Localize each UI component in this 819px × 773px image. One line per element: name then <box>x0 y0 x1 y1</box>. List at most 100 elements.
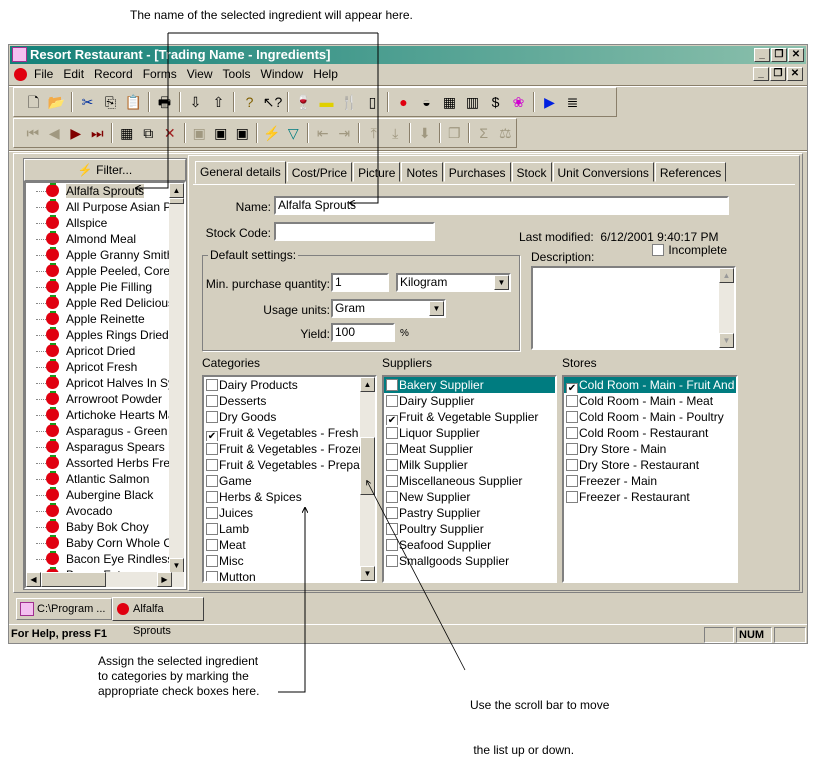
tab-references[interactable]: References <box>654 162 727 182</box>
sum-icon[interactable]: Σ <box>473 122 495 144</box>
child-restore-button[interactable]: ❐ <box>770 67 786 81</box>
checkbox[interactable] <box>206 411 218 423</box>
suppliers-item[interactable]: Seafood Supplier <box>384 537 555 553</box>
checkbox[interactable] <box>566 459 578 471</box>
restore-button[interactable]: ❐ <box>771 48 787 62</box>
tab-picture[interactable]: Picture <box>353 162 401 182</box>
ingredient-item[interactable]: Apple Granny Smith <box>26 247 171 263</box>
stores-item[interactable]: Freezer - Restaurant <box>564 489 736 505</box>
usage-units-select[interactable]: Gram ▼ <box>331 299 446 318</box>
checkbox[interactable] <box>386 491 398 503</box>
indent-left-icon[interactable]: ⇤ <box>312 122 334 144</box>
ingredient-icon[interactable]: ● <box>392 91 415 113</box>
measure-icon[interactable]: ▯ <box>361 91 384 113</box>
open-icon[interactable]: 📂 <box>45 91 68 113</box>
duplicate-record-icon[interactable]: ⧉ <box>138 122 160 144</box>
copy-icon[interactable]: ⎘ <box>99 91 122 113</box>
menu-record[interactable]: Record <box>94 67 133 81</box>
tab-unit-conversions[interactable]: Unit Conversions <box>552 162 654 182</box>
categories-item[interactable]: Meat <box>204 537 375 553</box>
close-button[interactable]: ✕ <box>788 48 804 62</box>
pot-icon[interactable]: ◒ <box>415 91 438 113</box>
chevron-down-icon[interactable]: ▼ <box>429 301 444 316</box>
checkbox[interactable] <box>206 475 218 487</box>
checkbox[interactable]: ✔ <box>386 415 398 425</box>
child-minimize-button[interactable]: _ <box>753 67 769 81</box>
checkbox[interactable] <box>206 459 218 471</box>
cheese-icon[interactable]: ▬ <box>315 91 338 113</box>
ingredient-item[interactable]: Apple Reinette <box>26 311 171 327</box>
window-icon[interactable]: ❐ <box>444 122 466 144</box>
suppliers-item[interactable]: Bakery Supplier <box>384 377 555 393</box>
scroll-thumb[interactable] <box>360 437 375 495</box>
ingredient-item[interactable]: Asparagus Spears Frozen <box>26 439 171 455</box>
checkbox[interactable] <box>566 443 578 455</box>
incomplete-checkbox[interactable]: Incomplete <box>652 243 727 257</box>
report-icon[interactable]: ≣ <box>561 91 584 113</box>
filter-icon[interactable]: ▽ <box>283 122 305 144</box>
scroll-down-button[interactable]: ▼ <box>360 566 375 581</box>
scroll-up-button[interactable]: ▲ <box>360 377 375 392</box>
help-icon[interactable]: ? <box>238 91 261 113</box>
ingredient-item[interactable]: Bacon Eye Rindless <box>26 551 171 567</box>
ingredient-item[interactable]: Artichoke Hearts Marinated <box>26 407 171 423</box>
checkbox[interactable] <box>386 459 398 471</box>
ingredient-item[interactable]: Allspice <box>26 215 171 231</box>
categories-item[interactable]: Desserts <box>204 393 375 409</box>
suppliers-item[interactable]: Miscellaneous Supplier <box>384 473 555 489</box>
tab-general-details[interactable]: General details <box>195 161 286 184</box>
minimize-button[interactable]: _ <box>754 48 770 62</box>
tab-stock[interactable]: Stock <box>511 162 552 182</box>
checkbox[interactable] <box>206 539 218 551</box>
move-up-level-icon[interactable]: ⤒ <box>363 122 385 144</box>
checkbox[interactable] <box>206 379 218 391</box>
checkbox[interactable] <box>206 555 218 567</box>
menu-view[interactable]: View <box>187 67 213 81</box>
delete-record-icon[interactable]: ✕ <box>159 122 181 144</box>
paste-icon[interactable]: 📋 <box>122 91 145 113</box>
checkbox[interactable] <box>386 379 398 391</box>
ingredient-item[interactable]: Apricot Dried <box>26 343 171 359</box>
menu-help[interactable]: Help <box>313 67 338 81</box>
menu-forms[interactable]: Forms <box>143 67 177 81</box>
categories-item[interactable]: Lamb <box>204 521 375 537</box>
checkbox[interactable] <box>386 427 398 439</box>
move-up-icon[interactable]: ⇧ <box>207 91 230 113</box>
checkbox[interactable] <box>386 507 398 519</box>
checkbox[interactable] <box>566 411 578 423</box>
suppliers-item[interactable]: Poultry Supplier <box>384 521 555 537</box>
scale-icon[interactable]: ⚖ <box>495 122 517 144</box>
suppliers-item[interactable]: New Supplier <box>384 489 555 505</box>
filter-button[interactable]: ⚡ Filter... <box>24 159 186 181</box>
stores-item[interactable]: Cold Room - Main - Poultry <box>564 409 736 425</box>
stores-item[interactable]: Dry Store - Main <box>564 441 736 457</box>
cut-icon[interactable]: ✂ <box>76 91 99 113</box>
ingredient-item[interactable]: All Purpose Asian Paste <box>26 199 171 215</box>
checkbox[interactable]: ✔ <box>206 431 218 441</box>
suppliers-item[interactable]: Meat Supplier <box>384 441 555 457</box>
ingredient-item[interactable]: Apples Rings Dried <box>26 327 171 343</box>
stores-item[interactable]: Freezer - Main <box>564 473 736 489</box>
context-help-icon[interactable]: ↖? <box>261 91 284 113</box>
new-record-icon[interactable]: ▦ <box>116 122 138 144</box>
task-tab-ingredient[interactable]: Alfalfa Sprouts <box>112 597 204 637</box>
suppliers-item[interactable]: Smallgoods Supplier <box>384 553 555 569</box>
ingredient-item[interactable]: Avocado <box>26 503 171 519</box>
checkbox[interactable] <box>566 491 578 503</box>
scroll-thumb[interactable] <box>169 198 184 204</box>
checkbox[interactable] <box>386 523 398 535</box>
checkbox[interactable] <box>566 427 578 439</box>
next-record-icon[interactable]: ▶ <box>65 122 87 144</box>
ingredient-item[interactable]: Atlantic Salmon <box>26 471 171 487</box>
scroll-left-button[interactable]: ◀ <box>26 572 41 587</box>
checkbox[interactable] <box>206 523 218 535</box>
save-icon[interactable]: ▣ <box>189 122 211 144</box>
tree-horizontal-scrollbar[interactable]: ◀ ▶ <box>26 572 184 587</box>
categories-item[interactable]: Mutton <box>204 569 375 581</box>
import-icon[interactable]: ⬇ <box>414 122 436 144</box>
stores-item[interactable]: Dry Store - Restaurant <box>564 457 736 473</box>
menu-table-icon[interactable]: ▦ <box>438 91 461 113</box>
menu-tools[interactable]: Tools <box>223 67 251 81</box>
checkbox[interactable] <box>386 395 398 407</box>
tab-cost-price[interactable]: Cost/Price <box>286 162 353 182</box>
